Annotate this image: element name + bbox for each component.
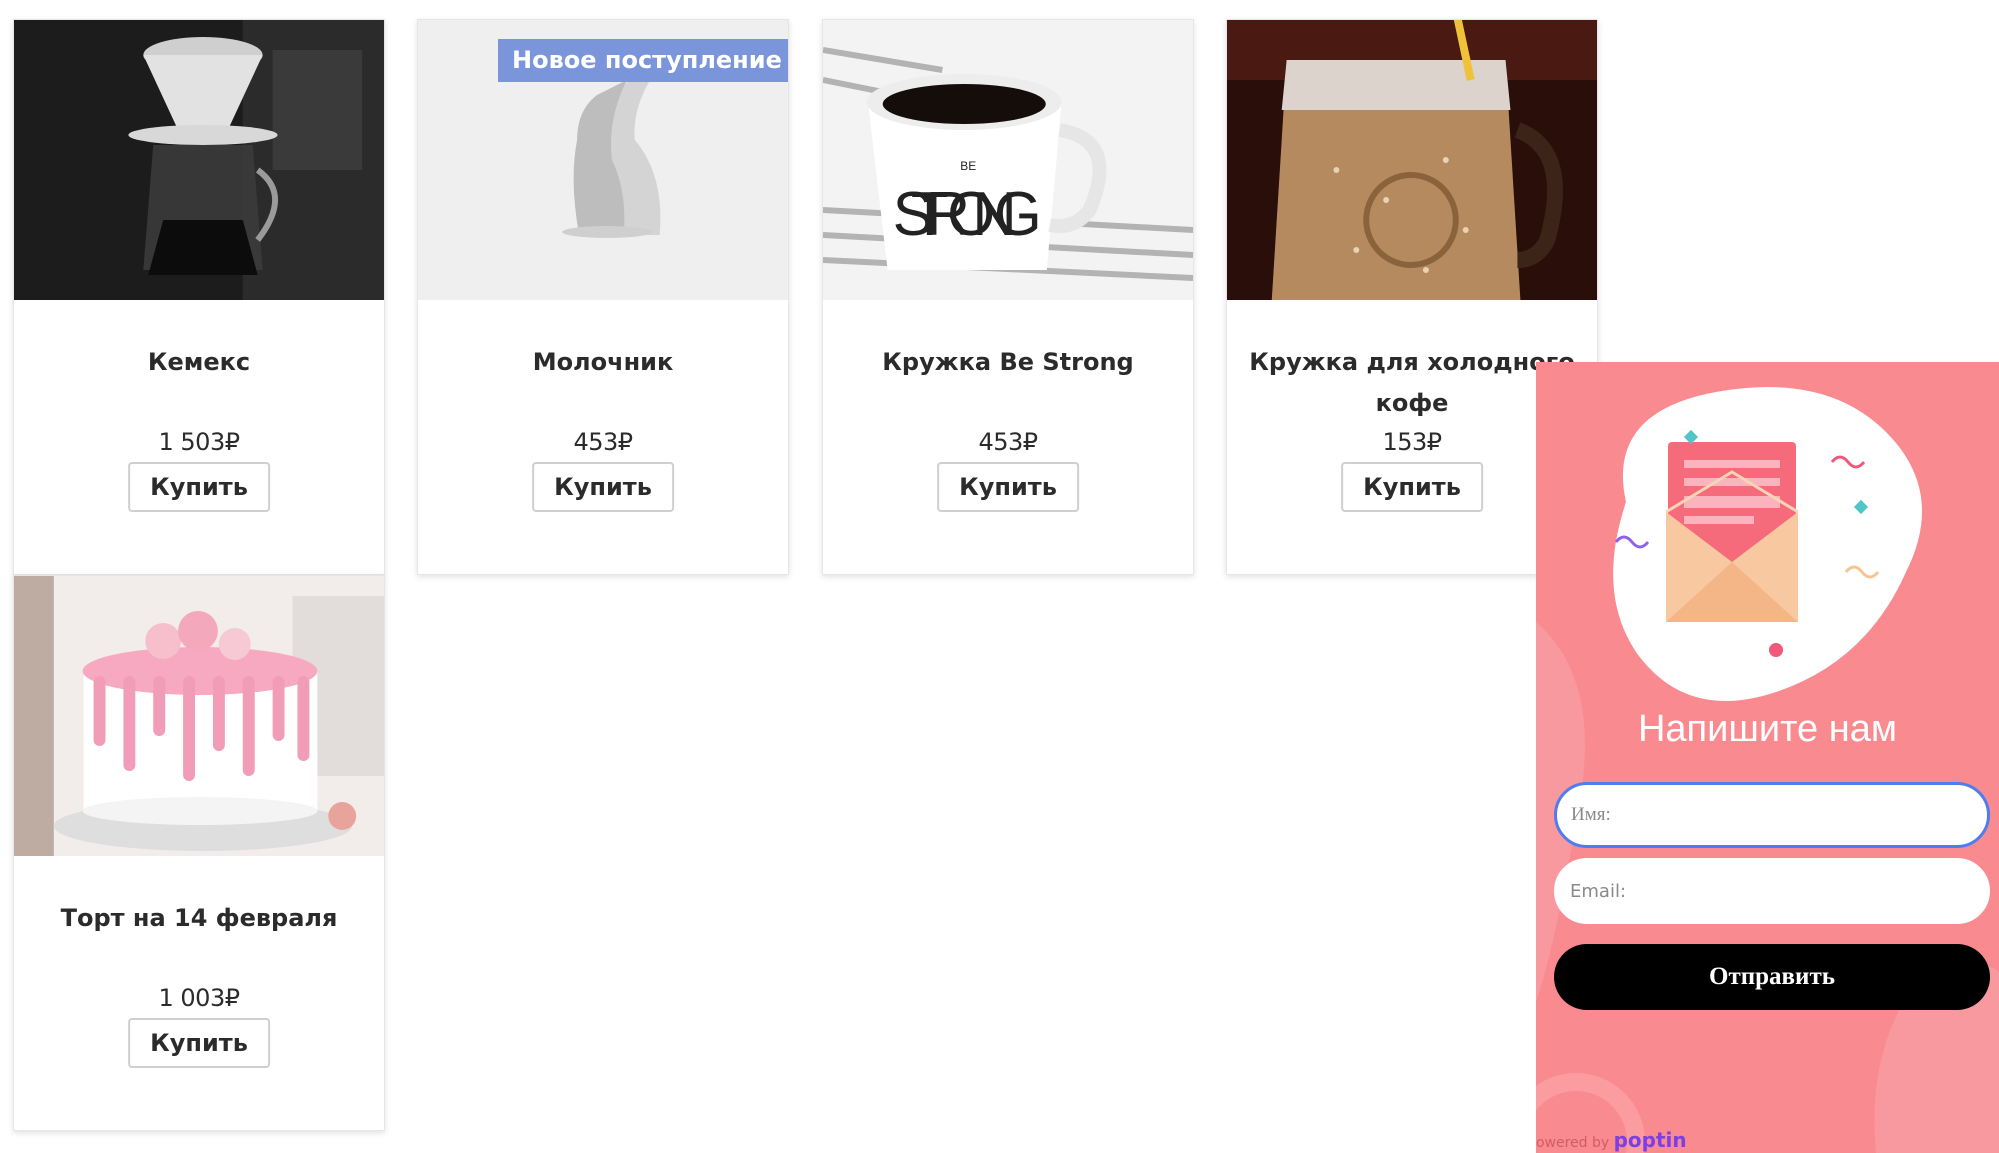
svg-text:BE: BE: [960, 159, 976, 173]
email-input[interactable]: [1554, 858, 1990, 924]
powered-by-label: Powered by: [1536, 1135, 1610, 1151]
product-image-cake[interactable]: [14, 576, 384, 856]
product-title: Кружка для холодного кофе: [1249, 348, 1575, 417]
product-title: Кружка Be Strong: [882, 348, 1134, 376]
powered-by[interactable]: Powered by poptin: [1536, 1128, 1687, 1152]
new-arrival-badge: Новое поступление: [498, 39, 788, 82]
buy-button[interactable]: Купить: [128, 462, 270, 512]
product-image-milk-jug[interactable]: Новое поступление: [418, 20, 788, 300]
buy-button[interactable]: Купить: [937, 462, 1079, 512]
product-price: 1 503₽: [158, 428, 240, 456]
product-price: 1 003₽: [158, 984, 240, 1012]
submit-button[interactable]: Отправить: [1554, 944, 1990, 1010]
buy-button[interactable]: Купить: [128, 1018, 270, 1068]
product-image-cold-coffee[interactable]: [1227, 20, 1597, 300]
product-card: Новое поступление Молочник 453₽ Купить: [417, 19, 789, 575]
contact-popup: Напишите нам Отправить Powered by poptin: [1536, 362, 1999, 1153]
product-image-chemex[interactable]: [14, 20, 384, 300]
product-card: BE STRONG Кружка Be Strong 453₽ Купить: [822, 19, 1194, 575]
product-price: 453₽: [978, 428, 1038, 456]
product-title: Торт на 14 февраля: [60, 904, 338, 932]
svg-text:STRONG: STRONG: [893, 180, 1042, 249]
envelope-icon: [1613, 387, 1922, 701]
buy-button[interactable]: Купить: [1341, 462, 1483, 512]
buy-button[interactable]: Купить: [532, 462, 674, 512]
product-card: Торт на 14 февраля 1 003₽ Купить: [13, 575, 385, 1131]
poptin-logo: poptin: [1613, 1128, 1687, 1152]
product-title: Молочник: [532, 348, 674, 376]
product-title: Кемекс: [147, 348, 251, 376]
product-card: Кемекс 1 503₽ Купить: [13, 19, 385, 575]
popup-title: Напишите нам: [1637, 708, 1897, 750]
name-input[interactable]: [1554, 782, 1990, 848]
product-price: 453₽: [573, 428, 633, 456]
product-image-mug[interactable]: BE STRONG: [823, 20, 1193, 300]
